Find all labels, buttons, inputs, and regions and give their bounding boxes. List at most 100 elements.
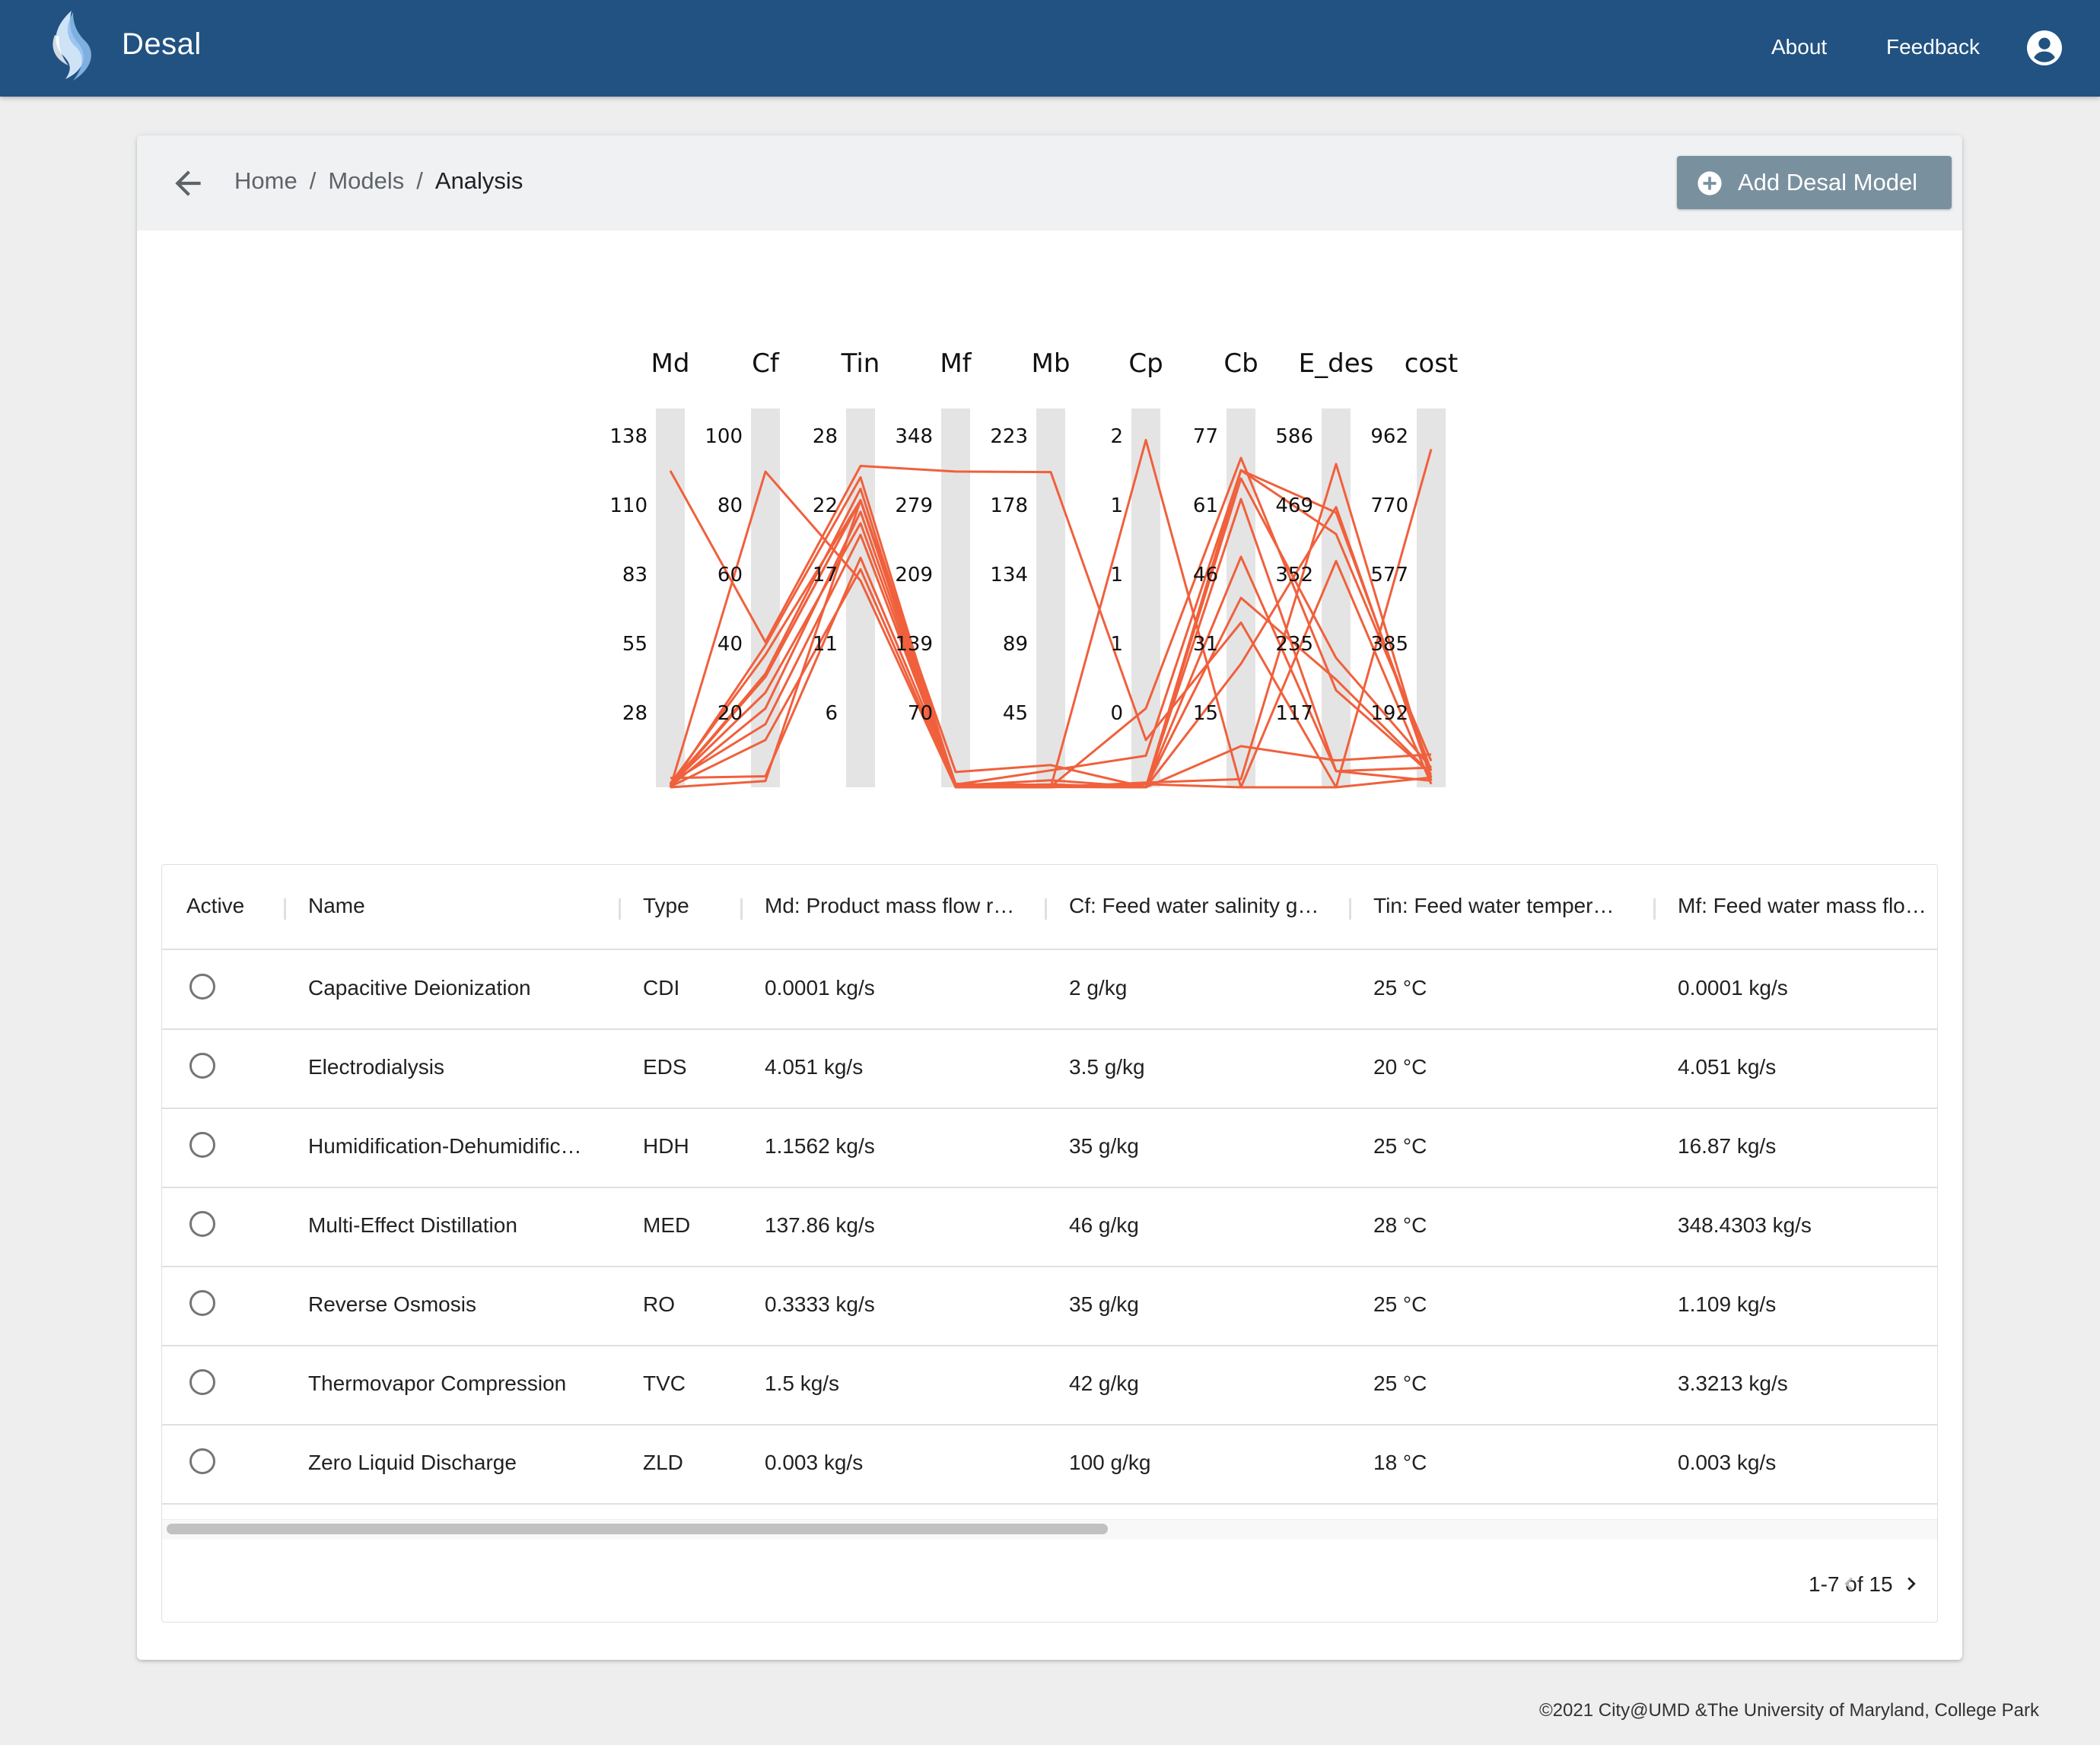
column-header-cf[interactable]: Cf: Feed water salinity g… bbox=[1069, 894, 1351, 918]
column-resize-handle[interactable] bbox=[1045, 898, 1047, 920]
table-row[interactable]: Capacitive Deionization CDI 0.0001 kg/s … bbox=[162, 950, 1937, 1030]
axis-tick-label: 60 bbox=[718, 564, 743, 586]
cell-md: 4.051 kg/s bbox=[765, 1055, 864, 1079]
active-radio[interactable] bbox=[189, 1132, 215, 1158]
cell-mf: 4.051 kg/s bbox=[1678, 1055, 1777, 1079]
axis-tick-label: 117 bbox=[1275, 702, 1313, 725]
cell-md: 1.1562 kg/s bbox=[765, 1134, 875, 1158]
active-radio[interactable] bbox=[189, 1290, 215, 1316]
axis-bar-mb[interactable] bbox=[1036, 408, 1065, 787]
axis-tick-label: 469 bbox=[1275, 494, 1313, 517]
nav-about-link[interactable]: About bbox=[1771, 35, 1827, 59]
axis-bar-cp[interactable] bbox=[1131, 408, 1160, 787]
cell-type: EDS bbox=[643, 1055, 687, 1079]
cell-tin: 28 °C bbox=[1373, 1213, 1427, 1237]
axis-bar-mf[interactable] bbox=[941, 408, 970, 787]
app-title: Desal bbox=[122, 27, 202, 61]
cell-name: Reverse Osmosis bbox=[308, 1292, 476, 1316]
axis-title-mb: Mb bbox=[1032, 348, 1071, 379]
table-row[interactable]: Thermovapor Compression TVC 1.5 kg/s 42 … bbox=[162, 1346, 1937, 1426]
axis-tick-label: 70 bbox=[908, 702, 933, 725]
cell-mf: 3.3213 kg/s bbox=[1678, 1372, 1788, 1395]
cell-mf: 0.003 kg/s bbox=[1678, 1451, 1777, 1474]
active-radio[interactable] bbox=[189, 1369, 215, 1395]
axis-title-md: Md bbox=[651, 348, 690, 379]
table-row[interactable]: Humidification-Dehumidific… HDH 1.1562 k… bbox=[162, 1108, 1937, 1188]
column-resize-handle[interactable] bbox=[284, 898, 286, 920]
cell-type: MED bbox=[643, 1213, 691, 1237]
axis-tick-label: 20 bbox=[718, 702, 743, 725]
axis-tick-label: 6 bbox=[825, 702, 838, 725]
horizontal-scrollbar-thumb[interactable] bbox=[167, 1524, 1108, 1534]
cell-type: HDH bbox=[643, 1134, 689, 1158]
cell-name: Capacitive Deionization bbox=[308, 976, 531, 1000]
cell-cf: 46 g/kg bbox=[1069, 1213, 1139, 1237]
axis-tick-label: 209 bbox=[895, 564, 933, 586]
cell-name: Electrodialysis bbox=[308, 1055, 444, 1079]
cell-tin: 25 °C bbox=[1373, 1372, 1427, 1395]
column-header-md[interactable]: Md: Product mass flow r… bbox=[765, 894, 1046, 918]
table-row[interactable]: Multi-Effect Distillation MED 137.86 kg/… bbox=[162, 1187, 1937, 1267]
axis-tick-label: 348 bbox=[895, 425, 933, 448]
active-radio[interactable] bbox=[189, 1448, 215, 1474]
axis-tick-label: 110 bbox=[609, 494, 648, 517]
axis-tick-label: 11 bbox=[813, 633, 838, 656]
table-row[interactable]: Reverse Osmosis RO 0.3333 kg/s 35 g/kg 2… bbox=[162, 1267, 1937, 1346]
column-resize-handle[interactable] bbox=[619, 898, 621, 920]
cell-md: 1.5 kg/s bbox=[765, 1372, 840, 1395]
account-icon[interactable] bbox=[2027, 30, 2062, 65]
axis-tick-label: 28 bbox=[622, 702, 648, 725]
axis-bar-md[interactable] bbox=[656, 408, 685, 787]
axis-title-tin: Tin bbox=[841, 348, 880, 379]
cell-md: 137.86 kg/s bbox=[765, 1213, 875, 1237]
active-radio[interactable] bbox=[189, 1211, 215, 1237]
column-resize-handle[interactable] bbox=[1653, 898, 1656, 920]
axis-title-cf: Cf bbox=[752, 348, 780, 379]
cell-type: RO bbox=[643, 1292, 675, 1316]
cell-name: Zero Liquid Discharge bbox=[308, 1451, 517, 1474]
axis-tick-label: 139 bbox=[895, 633, 933, 656]
cell-name: Humidification-Dehumidific… bbox=[308, 1134, 582, 1158]
app-bar: Desal About Feedback bbox=[0, 0, 2100, 97]
column-header-tin[interactable]: Tin: Feed water temper… bbox=[1373, 894, 1655, 918]
axis-bar-cost[interactable] bbox=[1417, 408, 1446, 787]
axis-tick-label: 134 bbox=[990, 564, 1028, 586]
axis-tick-label: 40 bbox=[718, 633, 743, 656]
axis-tick-label: 235 bbox=[1275, 633, 1313, 656]
axis-tick-label: 223 bbox=[990, 425, 1028, 448]
axis-tick-label: 192 bbox=[1370, 702, 1408, 725]
nav-feedback-link[interactable]: Feedback bbox=[1886, 35, 1980, 59]
cell-md: 0.3333 kg/s bbox=[765, 1292, 875, 1316]
cell-tin: 25 °C bbox=[1373, 1292, 1427, 1316]
cell-type: ZLD bbox=[643, 1451, 683, 1474]
column-resize-handle[interactable] bbox=[1349, 898, 1351, 920]
axis-title-cb: Cb bbox=[1223, 348, 1258, 379]
axis-tick-label: 279 bbox=[895, 494, 933, 517]
desal-logo-icon[interactable] bbox=[43, 8, 103, 84]
column-resize-handle[interactable] bbox=[740, 898, 743, 920]
column-header-active[interactable]: Active bbox=[186, 894, 293, 918]
axis-tick-label: 22 bbox=[813, 494, 838, 517]
axis-tick-label: 15 bbox=[1193, 702, 1218, 725]
footer-copyright: ©2021 City@UMD &The University of Maryla… bbox=[1539, 1700, 2039, 1721]
axis-tick-label: 0 bbox=[1110, 702, 1123, 725]
column-header-mf[interactable]: Mf: Feed water mass flo… bbox=[1678, 894, 1933, 918]
cell-cf: 42 g/kg bbox=[1069, 1372, 1139, 1395]
table-row[interactable]: Electrodialysis EDS 4.051 kg/s 3.5 g/kg … bbox=[162, 1029, 1937, 1109]
cell-cf: 35 g/kg bbox=[1069, 1292, 1139, 1316]
axis-tick-label: 2 bbox=[1110, 425, 1123, 448]
axis-tick-label: 577 bbox=[1370, 564, 1408, 586]
column-header-type[interactable]: Type bbox=[643, 894, 742, 918]
active-radio[interactable] bbox=[189, 1053, 215, 1079]
cell-cf: 100 g/kg bbox=[1069, 1451, 1151, 1474]
axis-tick-label: 138 bbox=[609, 425, 648, 448]
column-header-name[interactable]: Name bbox=[308, 894, 612, 918]
axis-tick-label: 80 bbox=[718, 494, 743, 517]
active-radio[interactable] bbox=[189, 974, 215, 1000]
axis-tick-label: 962 bbox=[1370, 425, 1408, 448]
next-page-button[interactable] bbox=[1885, 1557, 1937, 1610]
axis-tick-label: 61 bbox=[1193, 494, 1218, 517]
previous-page-button[interactable] bbox=[1822, 1557, 1876, 1610]
axis-tick-label: 89 bbox=[1003, 633, 1028, 656]
table-row[interactable]: Zero Liquid Discharge ZLD 0.003 kg/s 100… bbox=[162, 1425, 1937, 1505]
